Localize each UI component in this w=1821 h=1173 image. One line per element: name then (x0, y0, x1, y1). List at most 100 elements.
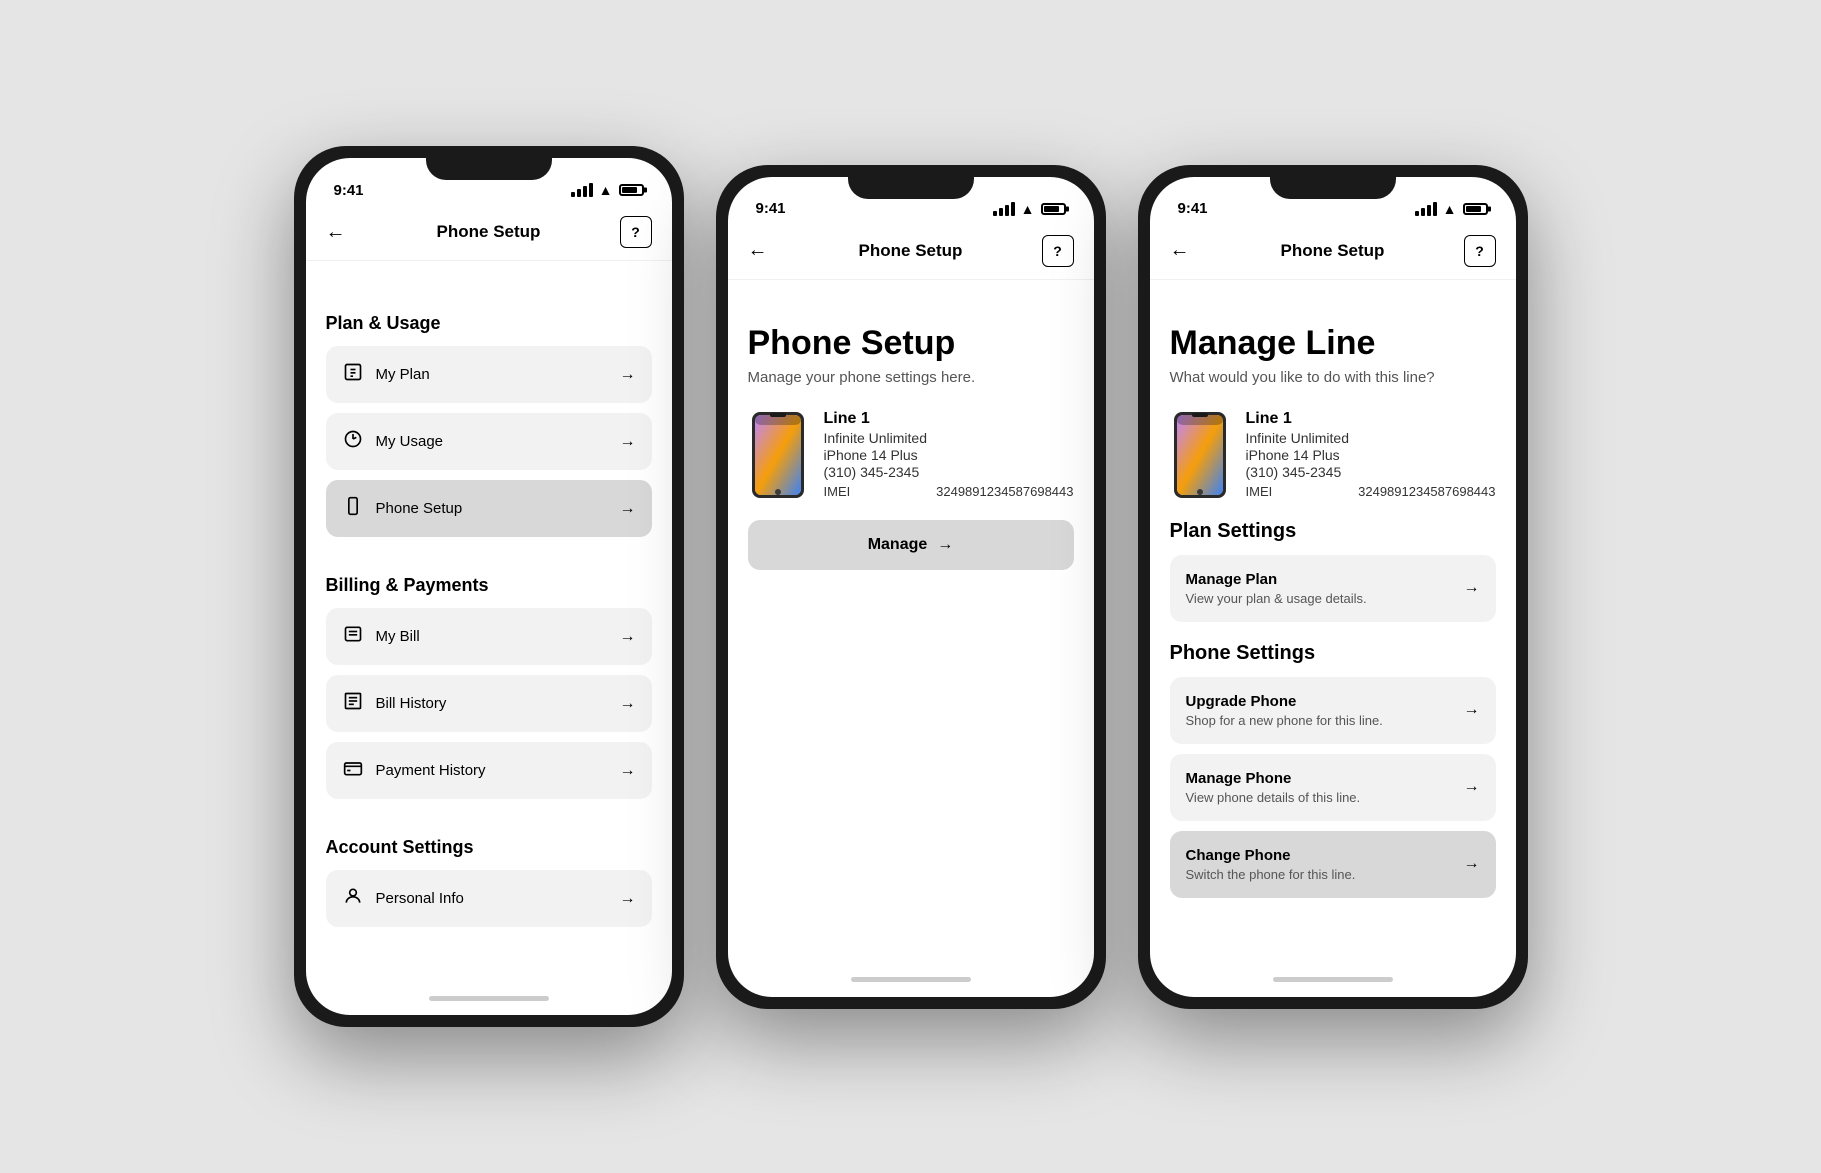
setting-manage-plan[interactable]: Manage Plan View your plan & usage detai… (1170, 555, 1496, 622)
section-header-plan: Plan & Usage (326, 313, 652, 334)
screen2-page-title: Phone Setup (748, 324, 1074, 363)
notch-1 (426, 146, 552, 180)
menu-item-my-bill[interactable]: My Bill → (326, 608, 652, 665)
home-indicator-2 (728, 963, 1094, 997)
battery-icon-2 (1041, 203, 1066, 215)
change-phone-title: Change Phone (1186, 847, 1356, 864)
manage-plan-desc: View your plan & usage details. (1186, 591, 1367, 606)
phone-screen-2: 9:41 ▲ ← Phone Setup ? Phone Setup (728, 177, 1094, 997)
screen3-content: Manage Line What would you like to do wi… (1150, 280, 1516, 963)
menu-item-payment-history[interactable]: Payment History → (326, 742, 652, 799)
home-indicator-1 (306, 981, 672, 1015)
screen3-page-title: Manage Line (1170, 324, 1496, 363)
back-button-1[interactable]: ← (326, 221, 358, 244)
payment-history-label: Payment History (376, 762, 486, 779)
screen2-content: Phone Setup Manage your phone settings h… (728, 280, 1094, 963)
imei-label-3: IMEI (1246, 484, 1273, 499)
notch-3 (1270, 165, 1396, 199)
battery-icon-3 (1463, 203, 1488, 215)
line-imei-2: IMEI 3249891234587698443 (824, 484, 1074, 499)
manage-button[interactable]: Manage → (748, 520, 1074, 570)
nav-title-2: Phone Setup (859, 241, 963, 261)
phone-settings-header: Phone Settings (1170, 642, 1496, 665)
manage-label: Manage (868, 536, 928, 554)
my-bill-label: My Bill (376, 628, 420, 645)
personal-info-label: Personal Info (376, 890, 464, 907)
bill-arrow: → (620, 628, 636, 646)
home-indicator-3 (1150, 963, 1516, 997)
upgrade-phone-arrow: → (1464, 701, 1480, 719)
screen3-page-subtitle: What would you like to do with this line… (1170, 369, 1496, 386)
line-phone-2: (310) 345-2345 (824, 464, 1074, 480)
usage-icon (342, 429, 364, 454)
nav-title-3: Phone Setup (1281, 241, 1385, 261)
status-time-2: 9:41 (756, 200, 786, 217)
help-button-1[interactable]: ? (620, 216, 652, 248)
status-icons-1: ▲ (571, 182, 644, 198)
upgrade-phone-title: Upgrade Phone (1186, 693, 1383, 710)
line-info-3: Line 1 Infinite Unlimited iPhone 14 Plus… (1246, 410, 1496, 499)
my-usage-label: My Usage (376, 433, 444, 450)
line-card-3: Line 1 Infinite Unlimited iPhone 14 Plus… (1170, 410, 1496, 500)
phone-setup-arrow: → (620, 500, 636, 518)
line-phone-3: (310) 345-2345 (1246, 464, 1496, 480)
phone-screen-1: 9:41 ▲ ← Phone Setup ? (306, 158, 672, 1015)
line-name-3: Line 1 (1246, 410, 1496, 428)
change-phone-arrow: → (1464, 855, 1480, 873)
status-icons-3: ▲ (1415, 201, 1488, 217)
phone-frame-2: 9:41 ▲ ← Phone Setup ? Phone Setup (716, 165, 1106, 1009)
help-button-2[interactable]: ? (1042, 235, 1074, 267)
phone-screen-3: 9:41 ▲ ← Phone Setup ? Manage Line (1150, 177, 1516, 997)
manage-phone-desc: View phone details of this line. (1186, 790, 1361, 805)
nav-bar-2: ← Phone Setup ? (728, 227, 1094, 280)
setting-manage-phone[interactable]: Manage Phone View phone details of this … (1170, 754, 1496, 821)
status-time-1: 9:41 (334, 182, 364, 199)
line-plan-3: Infinite Unlimited (1246, 430, 1496, 446)
line-name-2: Line 1 (824, 410, 1074, 428)
menu-item-my-plan[interactable]: My Plan → (326, 346, 652, 403)
menu-item-bill-history[interactable]: Bill History → (326, 675, 652, 732)
section-header-billing: Billing & Payments (326, 575, 652, 596)
manage-phone-title: Manage Phone (1186, 770, 1361, 787)
nav-bar-3: ← Phone Setup ? (1150, 227, 1516, 280)
my-plan-label: My Plan (376, 366, 430, 383)
wifi-icon-3: ▲ (1443, 201, 1457, 217)
plan-icon (342, 362, 364, 387)
back-button-3[interactable]: ← (1170, 239, 1202, 262)
signal-icon-1 (571, 183, 593, 197)
line-device-2: iPhone 14 Plus (824, 447, 1074, 463)
line-device-3: iPhone 14 Plus (1246, 447, 1496, 463)
line-card-2: Line 1 Infinite Unlimited iPhone 14 Plus… (748, 410, 1074, 500)
status-time-3: 9:41 (1178, 200, 1208, 217)
manage-plan-arrow: → (1464, 579, 1480, 597)
phone-thumbnail-2 (748, 410, 808, 500)
plan-arrow: → (620, 366, 636, 384)
upgrade-phone-desc: Shop for a new phone for this line. (1186, 713, 1383, 728)
nav-bar-1: ← Phone Setup ? (306, 208, 672, 261)
phone-thumbnail-3 (1170, 410, 1230, 500)
phone-setup-icon (342, 496, 364, 521)
personal-info-arrow: → (620, 890, 636, 908)
line-imei-3: IMEI 3249891234587698443 (1246, 484, 1496, 499)
bill-history-label: Bill History (376, 695, 447, 712)
notch-2 (848, 165, 974, 199)
menu-item-my-usage[interactable]: My Usage → (326, 413, 652, 470)
usage-arrow: → (620, 433, 636, 451)
change-phone-desc: Switch the phone for this line. (1186, 867, 1356, 882)
setting-change-phone[interactable]: Change Phone Switch the phone for this l… (1170, 831, 1496, 898)
back-button-2[interactable]: ← (748, 239, 780, 262)
personal-info-icon (342, 886, 364, 911)
plan-settings-header: Plan Settings (1170, 520, 1496, 543)
phone-frame-1: 9:41 ▲ ← Phone Setup ? (294, 146, 684, 1027)
imei-label-2: IMEI (824, 484, 851, 499)
menu-item-personal-info[interactable]: Personal Info → (326, 870, 652, 927)
battery-icon-1 (619, 184, 644, 196)
menu-item-phone-setup[interactable]: Phone Setup → (326, 480, 652, 537)
bill-icon (342, 624, 364, 649)
imei-value-2: 3249891234587698443 (936, 484, 1073, 499)
phone-frame-3: 9:41 ▲ ← Phone Setup ? Manage Line (1138, 165, 1528, 1009)
setting-upgrade-phone[interactable]: Upgrade Phone Shop for a new phone for t… (1170, 677, 1496, 744)
section-header-account: Account Settings (326, 837, 652, 858)
screen1-content: Plan & Usage My Plan → (306, 261, 672, 981)
help-button-3[interactable]: ? (1464, 235, 1496, 267)
